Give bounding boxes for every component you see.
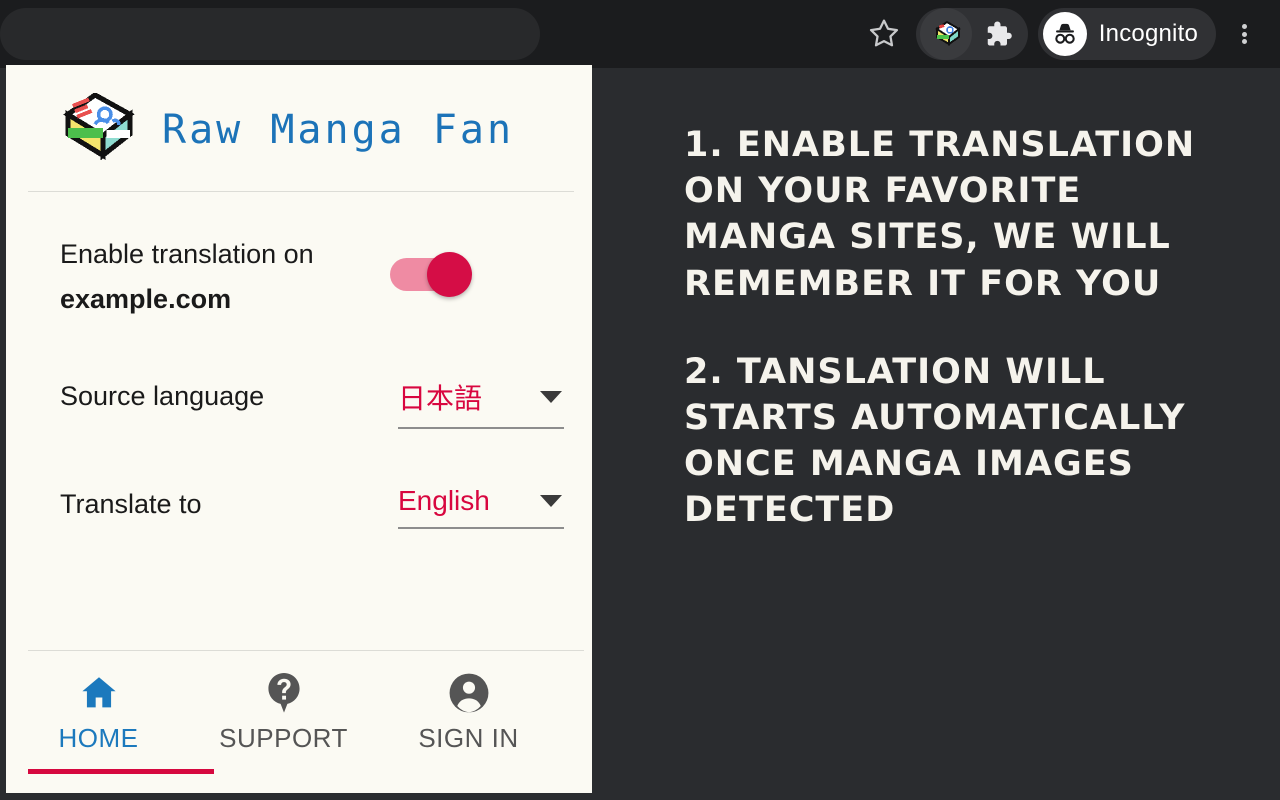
target-language-select[interactable]: English xyxy=(398,485,564,530)
nav-label-sign-in: SIGN IN xyxy=(418,723,519,753)
avatar xyxy=(1042,12,1087,56)
header-divider xyxy=(28,191,574,192)
account-icon-wrapper xyxy=(447,669,491,717)
instruction-step-2: 2. TANSLATION WILL STARTS AUTOMATICALLY … xyxy=(684,351,1186,531)
account-circle-icon xyxy=(449,673,488,713)
extensions-puzzle-button[interactable] xyxy=(972,8,1024,60)
help-icon xyxy=(267,673,300,713)
enable-translation-row: Enable translation on example.com xyxy=(60,232,564,321)
extension-popup: Raw Manga Fan Enable translation on exam… xyxy=(6,65,592,793)
star-icon xyxy=(869,19,898,47)
menu-dot xyxy=(1241,39,1247,44)
menu-dot xyxy=(1241,31,1247,37)
enable-translation-toggle[interactable] xyxy=(390,252,476,297)
puzzle-piece-icon xyxy=(987,21,1012,46)
nav-active-indicator xyxy=(28,769,214,774)
bottom-navigation: HOME SUPPORT SIGN IN xyxy=(6,651,592,793)
page-title: Raw Manga Fan xyxy=(162,107,515,153)
extension-manga-button[interactable] xyxy=(919,8,972,60)
instructions-panel: 1. ENABLE TRANSLATION ON YOUR FAVORITE M… xyxy=(684,122,1244,576)
enable-translation-text: Enable translation on xyxy=(60,239,314,269)
source-language-row: Source language 日本語 xyxy=(60,377,564,430)
nav-label-home: HOME xyxy=(58,723,139,753)
target-language-label: Translate to xyxy=(60,489,202,520)
profile-incognito-button[interactable]: Incognito xyxy=(1037,8,1216,60)
nav-item-home[interactable]: HOME xyxy=(6,651,191,754)
source-language-value: 日本語 xyxy=(398,383,483,415)
help-icon-wrapper xyxy=(263,669,305,717)
browser-toolbar: Incognito xyxy=(0,0,1280,68)
incognito-hat-glasses-icon xyxy=(1055,23,1075,44)
chrome-menu-button[interactable] xyxy=(1222,8,1266,60)
profile-label: Incognito xyxy=(1098,20,1198,47)
three-dot-menu-icon xyxy=(1241,22,1247,47)
omnibox-tail xyxy=(0,8,540,60)
manga-book-logo xyxy=(63,93,135,161)
home-icon xyxy=(81,677,116,708)
menu-dot xyxy=(1241,24,1247,29)
manga-book-icon xyxy=(935,20,961,46)
bookmark-star-button[interactable] xyxy=(858,8,910,60)
nav-item-support[interactable]: SUPPORT xyxy=(191,651,376,754)
source-language-select[interactable]: 日本語 xyxy=(398,377,564,430)
chevron-down-icon xyxy=(540,495,562,508)
nav-label-support: SUPPORT xyxy=(219,723,348,753)
target-language-row: Translate to English xyxy=(60,485,564,530)
nav-item-sign-in[interactable]: SIGN IN xyxy=(376,651,561,754)
target-language-value: English xyxy=(398,485,490,517)
popup-body: Enable translation on example.com Source… xyxy=(6,232,592,530)
chevron-down-icon xyxy=(540,391,562,404)
popup-header: Raw Manga Fan xyxy=(6,65,592,169)
enable-translation-label: Enable translation on example.com xyxy=(60,232,390,321)
toggle-thumb xyxy=(427,252,472,297)
extensions-group xyxy=(915,8,1028,60)
source-language-label: Source language xyxy=(60,381,265,412)
instruction-step-1: 1. ENABLE TRANSLATION ON YOUR FAVORITE M… xyxy=(684,125,1196,304)
home-icon-wrapper xyxy=(77,669,121,717)
current-domain: example.com xyxy=(60,283,232,314)
